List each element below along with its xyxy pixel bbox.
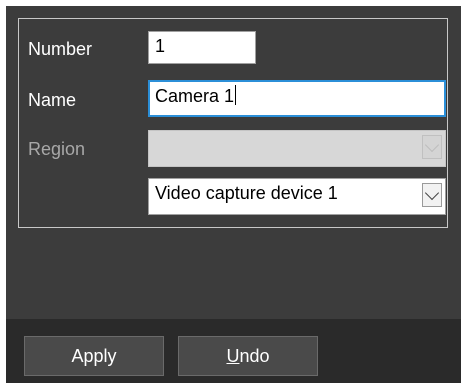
chevron-down-icon bbox=[424, 137, 440, 152]
region-label: Region bbox=[28, 139, 86, 159]
action-bar: Apply Undo bbox=[6, 319, 461, 383]
name-field[interactable]: Camera 1 bbox=[148, 80, 446, 117]
text-caret bbox=[235, 85, 237, 105]
number-field[interactable]: 1 bbox=[148, 31, 256, 64]
apply-button[interactable]: Apply bbox=[24, 336, 164, 376]
capture-device-dropdown-button[interactable] bbox=[422, 183, 442, 207]
number-label: Number bbox=[28, 39, 93, 59]
settings-panel: Number 1 Name Camera 1 Region Video capt… bbox=[6, 6, 461, 383]
capture-device-dropdown[interactable]: Video capture device 1 bbox=[148, 178, 446, 215]
capture-device-value: Video capture device 1 bbox=[155, 183, 338, 203]
undo-label-rest: ndo bbox=[239, 346, 270, 366]
name-field-text: Camera 1 bbox=[155, 86, 235, 106]
undo-accelerator: U bbox=[226, 346, 240, 366]
chevron-down-icon bbox=[424, 185, 440, 200]
region-dropdown bbox=[148, 130, 446, 167]
name-label: Name bbox=[28, 90, 77, 110]
undo-button[interactable]: Undo bbox=[178, 336, 318, 376]
region-dropdown-button bbox=[422, 135, 442, 159]
